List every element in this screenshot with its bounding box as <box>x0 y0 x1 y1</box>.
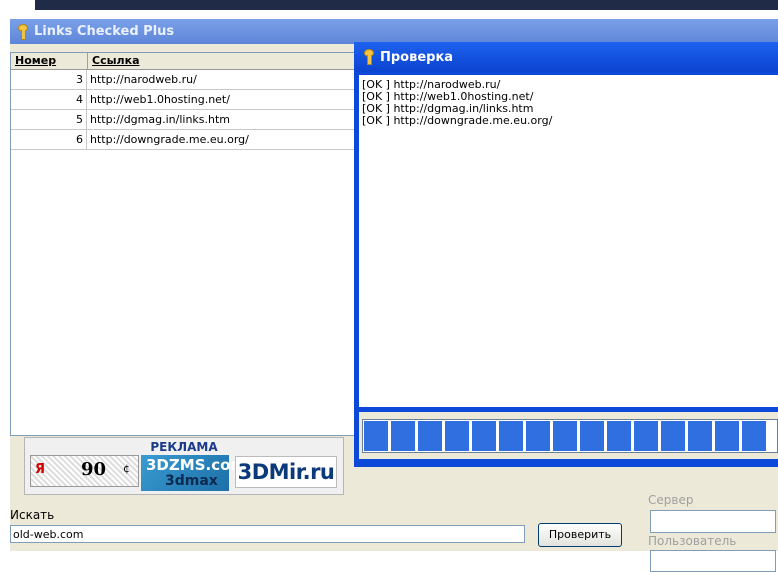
ad-banner[interactable]: РЕКЛАМА Я 90 ¢ 3DZMS.com 3dmax 3DMir.ru <box>24 437 344 495</box>
3dzms-banner[interactable]: 3DZMS.com 3dmax <box>141 455 246 491</box>
progress-block <box>688 421 712 451</box>
search-label: Искать <box>10 508 55 522</box>
3dzms-text: 3DZMS.com <box>146 456 247 474</box>
dialog-status-area <box>359 412 778 459</box>
yandex-counter-symbol: ¢ <box>123 462 130 475</box>
progress-block <box>418 421 442 451</box>
log-line: [OK ] http://downgrade.me.eu.org/ <box>362 114 553 127</box>
yandex-counter-banner[interactable]: Я 90 ¢ <box>30 455 139 487</box>
progress-block <box>445 421 469 451</box>
progress-block <box>742 421 766 451</box>
row-number: 3 <box>11 70 87 89</box>
progress-bar <box>362 419 778 453</box>
server-label: Сервер <box>648 493 694 507</box>
progress-block <box>607 421 631 451</box>
dialog-titlebar[interactable]: Проверка <box>354 42 778 72</box>
user-input[interactable] <box>650 550 776 572</box>
progress-block <box>472 421 496 451</box>
list-rows: 3 http://narodweb.ru/4 http://web1.0hostin… <box>11 70 360 150</box>
column-header-link[interactable]: Ссылка <box>88 53 360 69</box>
table-row[interactable]: 6 http://downgrade.me.eu.org/ <box>11 130 360 150</box>
yandex-logo: Я <box>35 462 46 477</box>
check-button[interactable]: Проверить <box>538 523 622 547</box>
3dmir-banner[interactable]: 3DMir.ru <box>235 456 337 488</box>
main-window-titlebar[interactable]: Links Checked Plus <box>10 19 778 44</box>
dialog-log-area[interactable]: [OK ] http://narodweb.ru/[OK ] http://we… <box>359 75 778 407</box>
dialog-title: Проверка <box>380 49 454 65</box>
progress-block <box>715 421 739 451</box>
progress-block <box>499 421 523 451</box>
check-dialog: Проверка [OK ] http://narodweb.ru/[OK ] … <box>354 42 778 467</box>
progress-block <box>526 421 550 451</box>
table-row[interactable]: 3 http://narodweb.ru/ <box>11 70 360 90</box>
table-row[interactable]: 4 http://web1.0hosting.net/ <box>11 90 360 110</box>
row-number: 4 <box>11 90 87 109</box>
main-window-title: Links Checked Plus <box>34 24 175 39</box>
search-input[interactable]: old-web.com <box>10 525 525 543</box>
key-icon <box>16 23 28 40</box>
progress-block <box>553 421 577 451</box>
progress-block <box>580 421 604 451</box>
server-input[interactable] <box>650 510 776 533</box>
row-url: http://dgmag.in/links.htm <box>90 113 231 126</box>
3dmax-text: 3dmax <box>165 473 218 489</box>
user-label: Пользователь <box>648 534 737 548</box>
row-url: http://downgrade.me.eu.org/ <box>90 133 249 146</box>
progress-block <box>391 421 415 451</box>
check-log: [OK ] http://narodweb.ru/[OK ] http://we… <box>359 75 778 127</box>
ad-title: РЕКЛАМА <box>150 440 218 454</box>
row-number: 5 <box>11 110 87 129</box>
column-header-number[interactable]: Номер <box>11 53 88 69</box>
row-url: http://web1.0hosting.net/ <box>90 93 230 106</box>
background-window-edge <box>35 0 778 10</box>
table-row[interactable]: 5 http://dgmag.in/links.htm <box>11 110 360 130</box>
row-url: http://narodweb.ru/ <box>90 73 197 86</box>
progress-block <box>661 421 685 451</box>
key-icon <box>362 49 374 65</box>
yandex-counter-value: 90 <box>81 459 107 480</box>
links-list[interactable]: Номер Ссылка 3 http://narodweb.ru/4 http:/… <box>10 52 361 436</box>
progress-block <box>364 421 388 451</box>
desktop-top-edge <box>0 0 778 10</box>
progress-block <box>634 421 658 451</box>
row-number: 6 <box>11 130 87 149</box>
list-header: Номер Ссылка <box>11 53 360 70</box>
